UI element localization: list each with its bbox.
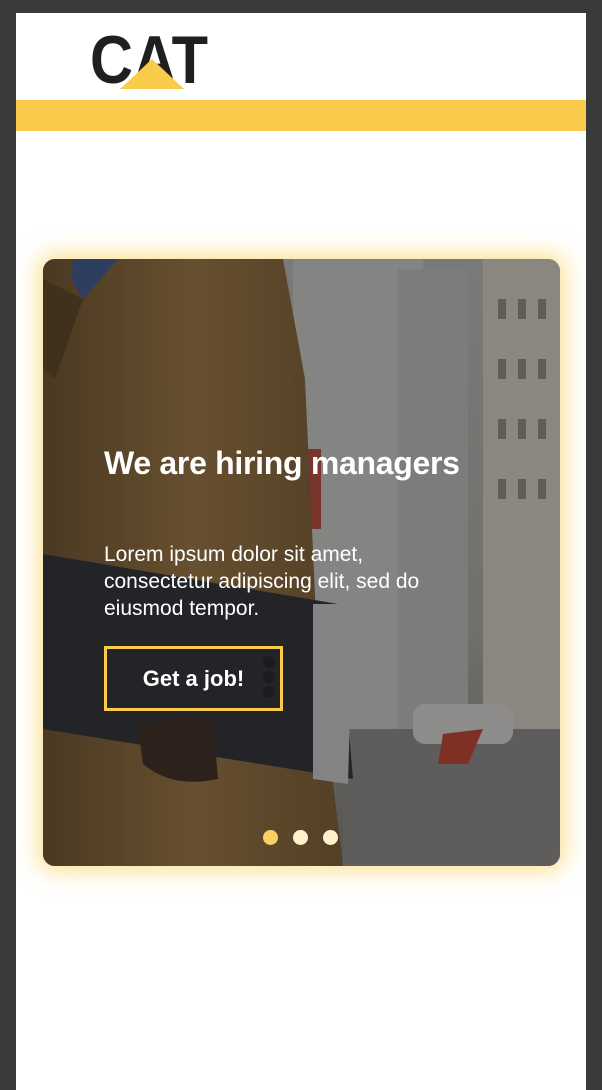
- get-a-job-button[interactable]: Get a job!: [104, 646, 283, 711]
- site-header: CAT: [16, 13, 586, 100]
- hero-description: Lorem ipsum dolor sit amet, consectetur …: [104, 543, 420, 620]
- carousel-dot-2[interactable]: [293, 830, 308, 845]
- carousel-dot-1[interactable]: [263, 830, 278, 845]
- carousel-dot-3[interactable]: [323, 830, 338, 845]
- hero-carousel-slide: We are hiring managers Lorem ipsum dolor…: [43, 259, 560, 866]
- cat-logo[interactable]: CAT: [90, 21, 210, 91]
- page: CAT We are hiring managers Lorem ipsum d…: [16, 13, 586, 1090]
- carousel-pagination: [263, 830, 343, 846]
- hero-title: We are hiring managers: [104, 445, 460, 481]
- header-accent-bar: [16, 100, 586, 131]
